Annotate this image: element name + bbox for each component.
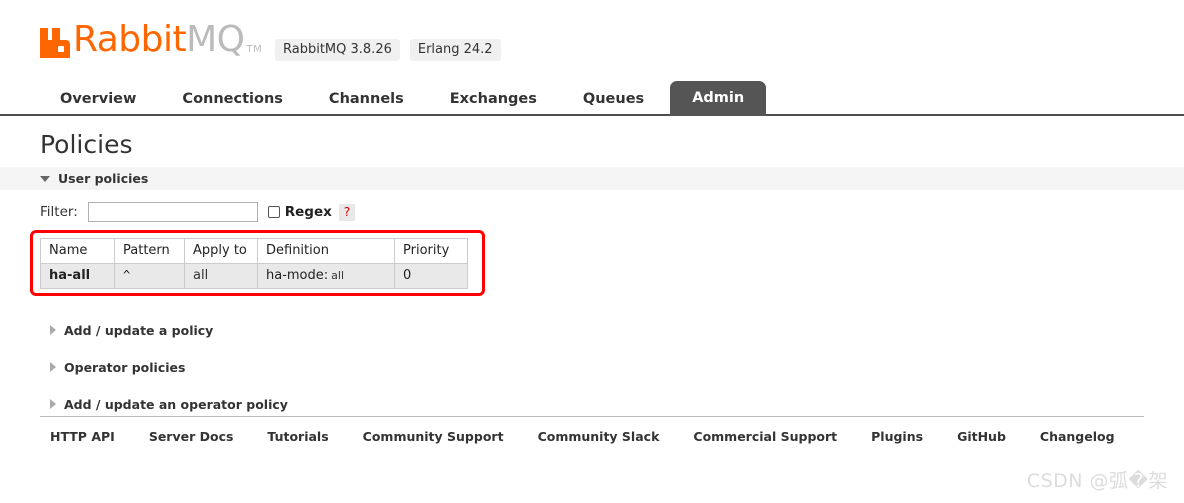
column-header-name[interactable]: Name: [40, 238, 115, 264]
policies-table: Name Pattern Apply to Definition Priorit…: [40, 238, 468, 289]
cell-policy-definition: ha-mode: all: [257, 263, 395, 289]
logo-text-rabbit: Rabbit: [73, 19, 187, 60]
page-header: RabbitMQ TM RabbitMQ 3.8.26 Erlang 24.2: [0, 0, 1184, 78]
erlang-version-badge: Erlang 24.2: [409, 39, 501, 61]
tab-connections[interactable]: Connections: [162, 83, 303, 116]
cell-policy-name[interactable]: ha-all: [40, 263, 115, 289]
rabbitmq-version-badge: RabbitMQ 3.8.26: [275, 39, 400, 61]
logo-text-mq: MQ: [186, 19, 245, 60]
column-header-definition[interactable]: Definition: [257, 238, 395, 264]
column-header-priority[interactable]: Priority: [394, 238, 468, 264]
version-badges: RabbitMQ 3.8.26 Erlang 24.2: [275, 39, 501, 61]
page-title: Policies: [40, 130, 133, 159]
rabbit-logo-icon: [40, 25, 70, 58]
rabbitmq-logo[interactable]: RabbitMQ TM: [40, 22, 262, 58]
page-footer: HTTP API Server Docs Tutorials Community…: [0, 416, 1184, 444]
column-header-apply-to[interactable]: Apply to: [184, 238, 258, 264]
tab-queues[interactable]: Queues: [563, 83, 664, 116]
footer-link-community-support[interactable]: Community Support: [363, 429, 504, 444]
definition-value: all: [331, 269, 345, 282]
tab-admin[interactable]: Admin: [670, 81, 767, 116]
filter-row: Filter: Regex ?: [0, 190, 1184, 222]
tab-exchanges[interactable]: Exchanges: [430, 83, 557, 116]
pattern-value: ^: [123, 268, 131, 282]
footer-link-server-docs[interactable]: Server Docs: [149, 429, 234, 444]
chevron-right-icon: [50, 325, 56, 335]
main-content: Policies User policies Filter: Regex ? N…: [0, 118, 1184, 413]
section-header-add-update-operator-policy[interactable]: Add / update an operator policy: [0, 395, 1184, 413]
footer-link-commercial-support[interactable]: Commercial Support: [693, 429, 837, 444]
regex-checkbox[interactable]: [267, 206, 280, 218]
definition-key: ha-mode:: [266, 268, 329, 283]
rabbitmq-management-page: RabbitMQ TM RabbitMQ 3.8.26 Erlang 24.2 …: [0, 0, 1184, 503]
cell-policy-apply-to: all: [184, 263, 258, 289]
watermark: CSDN @弧�架: [1026, 470, 1168, 492]
tab-overview[interactable]: Overview: [40, 83, 156, 116]
regex-toggle[interactable]: Regex ?: [267, 203, 356, 221]
section-header-add-update-policy[interactable]: Add / update a policy: [0, 321, 1184, 339]
column-header-pattern[interactable]: Pattern: [114, 238, 185, 264]
filter-label: Filter:: [40, 204, 78, 220]
chevron-right-icon: [50, 399, 56, 409]
footer-links: HTTP API Server Docs Tutorials Community…: [0, 417, 1184, 444]
footer-link-community-slack[interactable]: Community Slack: [538, 429, 660, 444]
section-title-add-update-operator-policy: Add / update an operator policy: [64, 396, 288, 412]
tab-channels[interactable]: Channels: [309, 83, 424, 116]
table-row[interactable]: ha-all ^ all ha-mode: all 0: [40, 263, 468, 289]
section-header-user-policies[interactable]: User policies: [0, 167, 1184, 190]
trademark-symbol: TM: [246, 44, 263, 55]
policies-table-zone: Name Pattern Apply to Definition Priorit…: [0, 230, 1184, 302]
section-title-add-update-policy: Add / update a policy: [64, 322, 214, 338]
chevron-down-icon: [40, 175, 50, 182]
filter-input[interactable]: [87, 202, 258, 222]
footer-link-plugins[interactable]: Plugins: [871, 429, 923, 444]
chevron-right-icon: [50, 362, 56, 372]
regex-label: Regex: [284, 204, 332, 220]
footer-link-tutorials[interactable]: Tutorials: [267, 429, 328, 444]
footer-link-http-api[interactable]: HTTP API: [50, 429, 115, 444]
help-icon[interactable]: ?: [338, 203, 356, 221]
footer-link-github[interactable]: GitHub: [957, 429, 1006, 444]
cell-policy-priority: 0: [394, 263, 468, 289]
section-title-user-policies: User policies: [58, 171, 149, 186]
cell-policy-pattern: ^: [114, 263, 185, 289]
main-navigation: Overview Connections Channels Exchanges …: [0, 78, 1184, 116]
section-title-operator-policies: Operator policies: [64, 359, 186, 375]
logo-wordmark: RabbitMQ: [73, 22, 245, 58]
footer-link-changelog[interactable]: Changelog: [1040, 429, 1115, 444]
table-header-row: Name Pattern Apply to Definition Priorit…: [40, 238, 468, 264]
section-header-operator-policies[interactable]: Operator policies: [0, 358, 1184, 376]
